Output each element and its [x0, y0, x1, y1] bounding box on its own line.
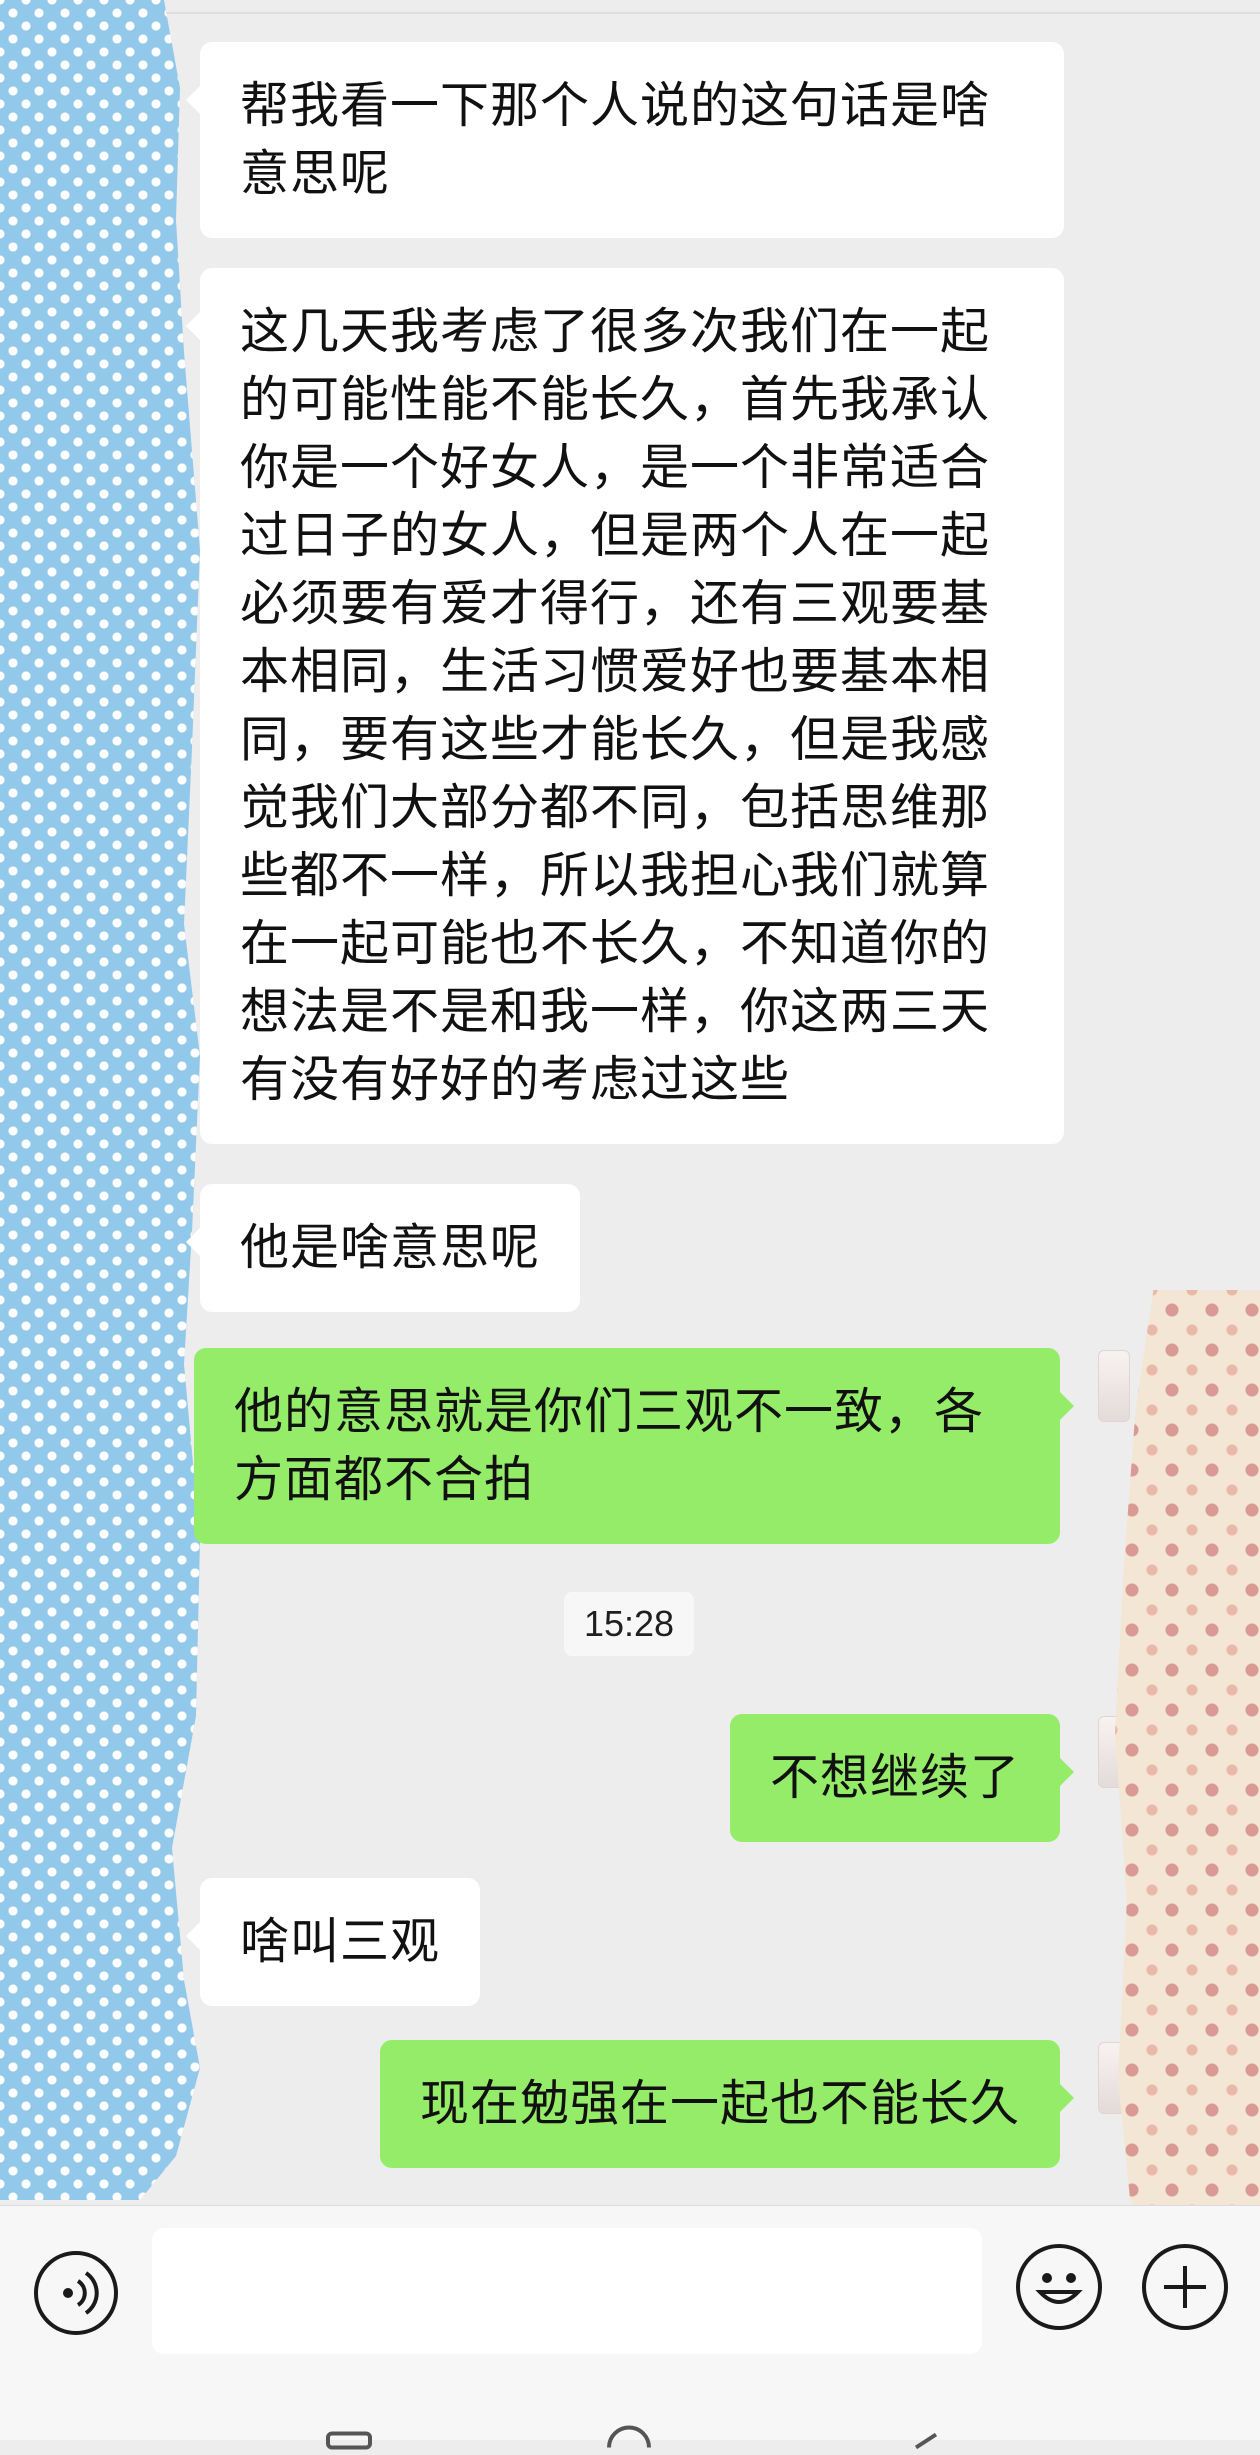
message-input[interactable]	[152, 2228, 982, 2354]
header-divider	[0, 12, 1260, 14]
message-text: 这几天我考虑了很多次我们在一起的可能性能不能长久，首先我承认你是一个好女人，是一…	[240, 303, 991, 1108]
chat-area[interactable]: 帮我看一下那个人说的这句话是啥意思呢 这几天我考虑了很多次我们在一起的可能性能不…	[0, 0, 1260, 2205]
message-text: 啥叫三观	[240, 1913, 441, 1970]
home-icon[interactable]	[606, 2425, 652, 2455]
message-bubble-outgoing[interactable]: 现在勉强在一起也不能长久	[379, 2040, 1075, 2168]
right-avatar-sticker-mask	[1114, 1290, 1260, 2275]
plus-button[interactable]	[1142, 2244, 1228, 2330]
message-bubble-outgoing[interactable]: 不想继续了	[729, 1714, 1075, 1842]
left-avatar-sticker-mask	[0, 0, 200, 2200]
back-icon[interactable]	[896, 2425, 942, 2455]
emoji-button[interactable]	[1016, 2244, 1102, 2330]
message-text: 不想继续了	[769, 1749, 1020, 1806]
message-bubble-incoming[interactable]: 这几天我考虑了很多次我们在一起的可能性能不能长久，首先我承认你是一个好女人，是一…	[186, 268, 1064, 1144]
system-nav-bar	[0, 2355, 1260, 2450]
message-bubble-incoming[interactable]: 他是啥意思呢	[185, 1184, 581, 1312]
message-text: 现在勉强在一起也不能长久	[419, 2075, 1020, 2132]
message-bubble-incoming[interactable]: 帮我看一下那个人说的这句话是啥意思呢	[186, 42, 1064, 238]
plus-icon	[1164, 2266, 1206, 2308]
timestamp-label: 15:28	[564, 1592, 694, 1656]
message-bubble-outgoing[interactable]: 他的意思就是你们三观不一致，各方面都不合拍	[194, 1348, 1074, 1544]
emoji-icon	[1035, 2273, 1083, 2304]
input-bar	[0, 2205, 1260, 2356]
message-text: 他是啥意思呢	[240, 1219, 541, 1276]
message-text: 帮我看一下那个人说的这句话是啥意思呢	[240, 77, 991, 202]
voice-icon	[63, 2271, 99, 2315]
message-text: 他的意思就是你们三观不一致，各方面都不合拍	[234, 1383, 985, 1508]
message-bubble-incoming[interactable]: 啥叫三观	[185, 1878, 481, 2006]
voice-button[interactable]	[34, 2251, 118, 2335]
sender-avatar-thumbnail[interactable]	[1098, 1350, 1130, 1422]
menu-icon[interactable]	[326, 2425, 372, 2455]
